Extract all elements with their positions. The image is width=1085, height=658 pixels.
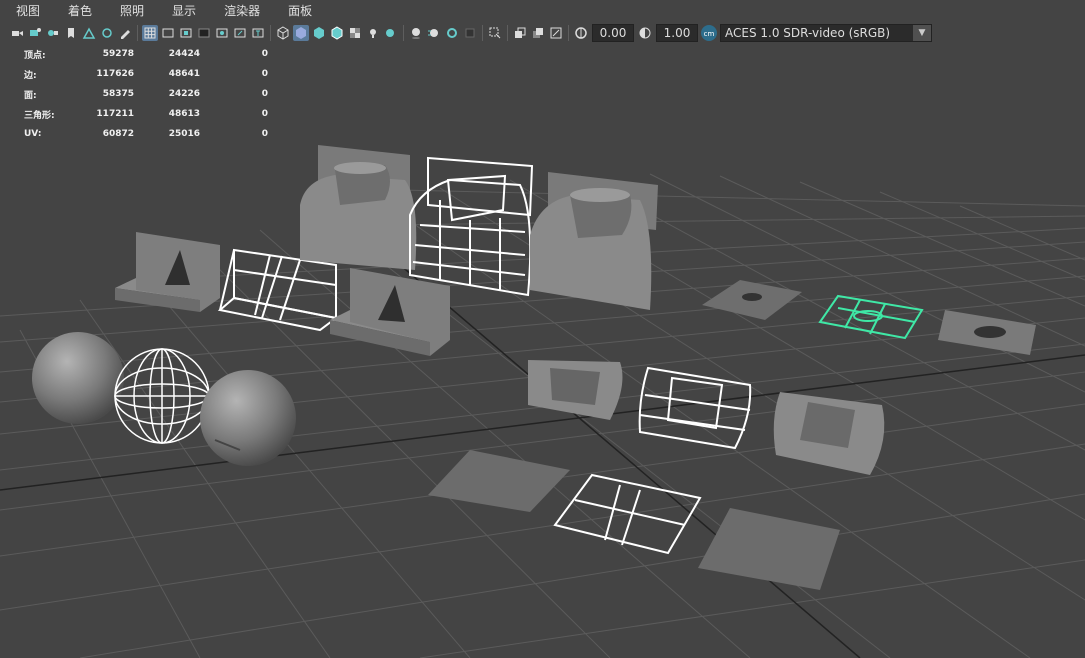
exposure-field[interactable]: 0.00 [592,24,634,42]
hud-label: 边: [24,70,37,81]
screen-space-ao-icon[interactable] [408,25,424,41]
hud-label: UV: [24,129,42,139]
gate-mask-icon[interactable] [196,25,212,41]
textured-icon[interactable] [347,25,363,41]
hud-value: 24226 [168,89,200,99]
pencil-icon[interactable] [117,25,133,41]
color-management-icon[interactable]: cm [701,25,717,41]
shadows-icon[interactable] [383,25,399,41]
safe-action-icon[interactable] [232,25,248,41]
xray-components-icon[interactable] [548,25,564,41]
smooth-shade-icon[interactable] [293,25,309,41]
sphere-shaded-1[interactable] [32,332,124,424]
hud-value: 48613 [168,109,200,119]
hud-label: 顶点: [24,50,46,61]
anti-aliasing-icon[interactable] [444,25,460,41]
dropdown-arrow-icon[interactable]: ▼ [913,25,931,41]
hud-value: 60872 [102,129,134,139]
hud-value: 24424 [168,49,200,59]
gamma-field[interactable]: 1.00 [656,24,698,42]
film-gate-icon[interactable] [160,25,176,41]
hud-value: 0 [261,69,268,79]
menu-renderer[interactable]: 渲染器 [208,0,272,22]
resolution-gate-icon[interactable] [178,25,194,41]
2d-pan-zoom-icon[interactable] [81,25,97,41]
depth-of-field-icon[interactable] [462,25,478,41]
hud-row-faces: 面: 58375 24226 0 [24,84,268,104]
menu-shading[interactable]: 着色 [52,0,104,22]
grease-pencil-icon[interactable] [99,25,115,41]
wireframe-icon[interactable] [275,25,291,41]
sphere-wire[interactable] [114,348,210,444]
wireframe-on-shaded-icon[interactable] [329,25,345,41]
bookmark-icon[interactable] [45,25,61,41]
hud-value: 58375 [102,89,134,99]
curved-wall-right[interactable] [530,172,658,310]
gamma-icon[interactable] [637,25,653,41]
menu-panels[interactable]: 面板 [272,0,324,22]
default-material-icon[interactable] [311,25,327,41]
hud-value: 48641 [168,69,200,79]
view-transform-label: ACES 1.0 SDR-video (sRGB) [725,26,891,40]
xray-icon[interactable] [512,25,528,41]
image-plane-icon[interactable] [63,25,79,41]
hud-row-triangles: 三角形: 117211 48613 0 [24,104,268,124]
hud-value: 117211 [96,109,134,119]
panel-toolbar: 0.00 1.00 cm ACES 1.0 SDR-video (sRGB) ▼ [0,22,1085,44]
select-camera-icon[interactable] [9,25,25,41]
hud-value: 0 [261,129,268,139]
hud-label: 面: [24,90,37,101]
view-transform-dropdown[interactable]: ACES 1.0 SDR-video (sRGB) ▼ [720,24,932,42]
sphere-shaded-2[interactable] [200,370,296,466]
camera-attributes-icon[interactable] [27,25,43,41]
isolate-select-icon[interactable] [487,25,503,41]
svg-text:cm: cm [704,30,715,38]
hud-value: 0 [261,109,268,119]
menu-bar: 视图 着色 照明 显示 渲染器 面板 [0,0,1085,22]
hud-value: 59278 [102,49,134,59]
safe-title-icon[interactable] [250,25,266,41]
field-chart-icon[interactable] [214,25,230,41]
menu-show[interactable]: 显示 [156,0,208,22]
hud-row-vertices: 顶点: 59278 24424 0 [24,44,268,64]
hud-label: 三角形: [24,110,55,121]
hud-row-edges: 边: 117626 48641 0 [24,64,268,84]
hud-row-uvs: UV: 60872 25016 0 [24,124,268,144]
poly-count-hud: 顶点: 59278 24424 0 边: 117626 48641 0 面: 5… [24,44,268,144]
hud-value: 0 [261,49,268,59]
menu-lighting[interactable]: 照明 [104,0,156,22]
grid-toggle-icon[interactable] [142,25,158,41]
xray-joints-icon[interactable] [530,25,546,41]
menu-view[interactable]: 视图 [0,0,52,22]
motion-blur-icon[interactable] [426,25,442,41]
exposure-icon[interactable] [573,25,589,41]
hud-value: 25016 [168,129,200,139]
hud-value: 0 [261,89,268,99]
hud-value: 117626 [96,69,134,79]
use-lights-icon[interactable] [365,25,381,41]
